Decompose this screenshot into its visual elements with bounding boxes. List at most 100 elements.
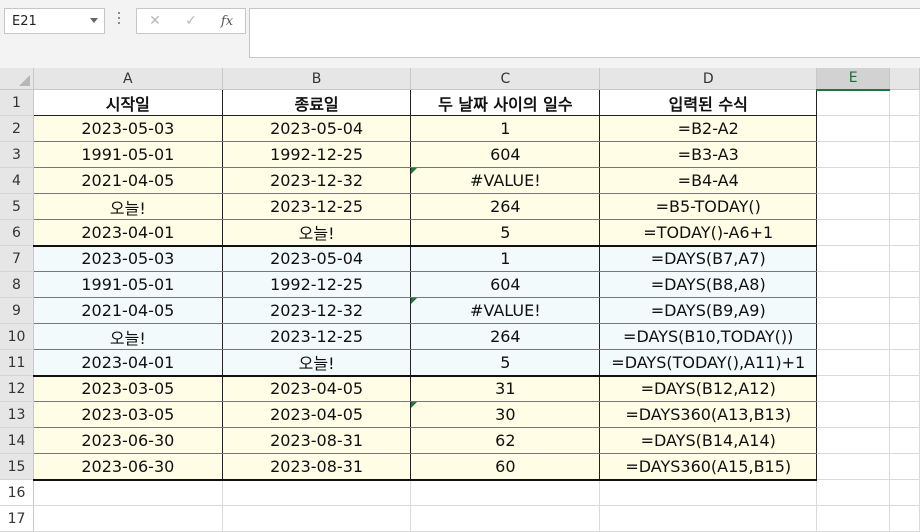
data-cell[interactable]: 2023-04-01 — [32, 219, 223, 247]
data-cell[interactable]: =DAYS(B9,A9) — [599, 297, 818, 324]
data-cell[interactable]: =TODAY()-A6+1 — [599, 219, 818, 247]
data-cell[interactable]: 1992-12-25 — [222, 271, 412, 298]
empty-cell[interactable] — [889, 323, 920, 350]
empty-cell[interactable] — [816, 505, 891, 532]
row-header[interactable]: 13 — [0, 401, 34, 428]
empty-cell[interactable] — [889, 401, 920, 428]
data-cell[interactable]: 2023-08-31 — [222, 427, 412, 454]
empty-cell[interactable] — [599, 479, 818, 506]
header-cell[interactable]: 입력된 수식 — [599, 89, 818, 116]
row-header[interactable]: 3 — [0, 141, 34, 168]
data-cell[interactable]: 오늘! — [222, 219, 412, 247]
data-cell[interactable]: 2023-03-05 — [32, 375, 223, 402]
empty-cell[interactable] — [410, 479, 601, 506]
empty-cell[interactable] — [889, 427, 920, 454]
row-header[interactable]: 10 — [0, 323, 34, 350]
data-cell[interactable]: 1991-05-01 — [32, 141, 223, 168]
data-cell[interactable]: 2023-05-03 — [32, 115, 223, 142]
empty-cell[interactable] — [222, 479, 412, 506]
data-cell[interactable]: 1991-05-01 — [32, 271, 223, 298]
data-cell[interactable]: =B2-A2 — [599, 115, 818, 142]
data-cell[interactable]: 2023-04-05 — [222, 375, 412, 402]
data-cell[interactable]: 264 — [410, 323, 601, 350]
data-cell[interactable]: =B3-A3 — [599, 141, 818, 168]
error-indicator-icon[interactable] — [411, 402, 418, 408]
empty-cell[interactable] — [33, 505, 223, 532]
data-cell[interactable]: 1 — [410, 245, 601, 272]
empty-cell[interactable] — [889, 89, 920, 116]
data-cell[interactable]: 2023-08-31 — [222, 453, 412, 481]
empty-cell[interactable] — [599, 505, 818, 532]
data-cell[interactable]: =DAYS(TODAY(),A11)+1 — [599, 349, 818, 377]
data-cell[interactable]: 2023-12-32 — [222, 297, 412, 324]
empty-cell[interactable] — [889, 505, 920, 532]
empty-cell[interactable] — [33, 479, 223, 506]
empty-cell[interactable] — [816, 375, 891, 402]
data-cell[interactable]: 오늘! — [222, 349, 412, 377]
empty-cell[interactable] — [889, 219, 920, 246]
row-header[interactable]: 11 — [0, 349, 34, 376]
row-header[interactable]: 1 — [0, 89, 34, 116]
empty-cell[interactable] — [816, 427, 891, 454]
error-indicator-icon[interactable] — [411, 168, 418, 174]
drag-handle-icon[interactable] — [117, 12, 121, 28]
data-cell[interactable]: 2023-05-04 — [222, 115, 412, 142]
row-header[interactable]: 4 — [0, 167, 34, 194]
empty-cell[interactable] — [816, 141, 891, 168]
data-cell[interactable]: =DAYS360(A15,B15) — [599, 453, 818, 481]
data-cell[interactable]: 2023-06-30 — [32, 453, 223, 481]
data-cell[interactable]: #VALUE! — [410, 167, 601, 194]
header-cell[interactable]: 두 날짜 사이의 일수 — [410, 89, 601, 116]
data-cell[interactable]: 60 — [410, 453, 601, 481]
empty-cell[interactable] — [816, 479, 891, 506]
empty-cell[interactable] — [816, 245, 891, 272]
empty-cell[interactable] — [889, 453, 920, 480]
data-cell[interactable]: =DAYS(B10,TODAY()) — [599, 323, 818, 350]
data-cell[interactable]: 604 — [410, 271, 601, 298]
data-cell[interactable]: 2023-12-25 — [222, 193, 412, 220]
data-cell[interactable]: 5 — [410, 349, 601, 377]
empty-cell[interactable] — [889, 193, 920, 220]
data-cell[interactable]: 2023-12-32 — [222, 167, 412, 194]
enter-icon[interactable]: ✓ — [173, 13, 209, 29]
empty-cell[interactable] — [816, 271, 891, 298]
column-header-d[interactable]: D — [599, 68, 818, 90]
data-cell[interactable]: 2023-04-01 — [32, 349, 223, 377]
select-all-corner[interactable] — [0, 68, 34, 90]
empty-cell[interactable] — [816, 297, 891, 324]
empty-cell[interactable] — [889, 297, 920, 324]
chevron-down-icon[interactable] — [90, 18, 98, 23]
empty-cell[interactable] — [816, 115, 891, 142]
data-cell[interactable]: 264 — [410, 193, 601, 220]
empty-cell[interactable] — [816, 401, 891, 428]
data-cell[interactable]: 2023-03-05 — [32, 401, 223, 428]
data-cell[interactable]: 31 — [410, 375, 601, 402]
data-cell[interactable]: =DAYS(B12,A12) — [599, 375, 818, 402]
header-cell[interactable]: 종료일 — [222, 89, 412, 116]
data-cell[interactable]: =DAYS360(A13,B13) — [599, 401, 818, 428]
empty-cell[interactable] — [889, 479, 920, 506]
data-cell[interactable]: 오늘! — [32, 193, 223, 220]
empty-cell[interactable] — [889, 349, 920, 376]
row-header[interactable]: 16 — [0, 479, 34, 506]
data-cell[interactable]: 오늘! — [32, 323, 223, 350]
data-cell[interactable]: =B4-A4 — [599, 167, 818, 194]
empty-cell[interactable] — [816, 167, 891, 194]
column-header-a[interactable]: A — [33, 68, 223, 90]
empty-cell[interactable] — [816, 193, 891, 220]
empty-cell[interactable] — [889, 271, 920, 298]
data-cell[interactable]: 604 — [410, 141, 601, 168]
data-cell[interactable]: 1 — [410, 115, 601, 142]
column-header-b[interactable]: B — [222, 68, 412, 90]
empty-cell[interactable] — [889, 375, 920, 402]
row-header[interactable]: 7 — [0, 245, 34, 272]
row-header[interactable]: 6 — [0, 219, 34, 246]
data-cell[interactable]: 5 — [410, 219, 601, 247]
empty-cell[interactable] — [889, 141, 920, 168]
column-header-c[interactable]: C — [410, 68, 601, 90]
data-cell[interactable]: =B5-TODAY() — [599, 193, 818, 220]
data-cell[interactable]: 62 — [410, 427, 601, 454]
empty-cell[interactable] — [816, 349, 891, 376]
empty-cell[interactable] — [816, 219, 891, 246]
empty-cell[interactable] — [816, 89, 891, 116]
